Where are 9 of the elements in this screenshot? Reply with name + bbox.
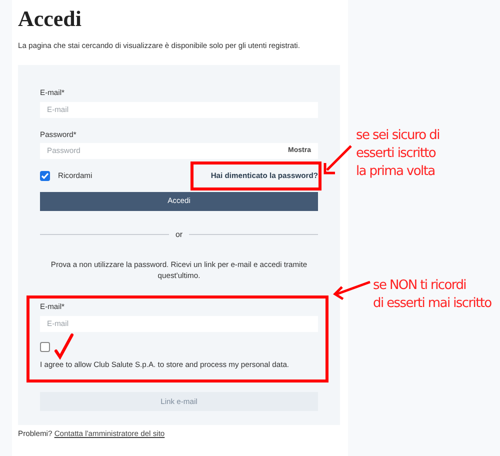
separator-text: or xyxy=(175,228,183,241)
page-title: Accedi xyxy=(18,6,83,32)
arrow xyxy=(324,145,352,174)
consent-checkbox[interactable] xyxy=(40,342,50,352)
arrow xyxy=(333,280,370,300)
annotation-text: se NON ti ricordi di esserti mai iscritto xyxy=(373,277,492,313)
check-mark-icon xyxy=(54,334,74,360)
remember-checkbox[interactable] xyxy=(40,170,50,181)
annotation-text: se sei sicuro di esserti iscritto la prima volta xyxy=(356,127,440,181)
